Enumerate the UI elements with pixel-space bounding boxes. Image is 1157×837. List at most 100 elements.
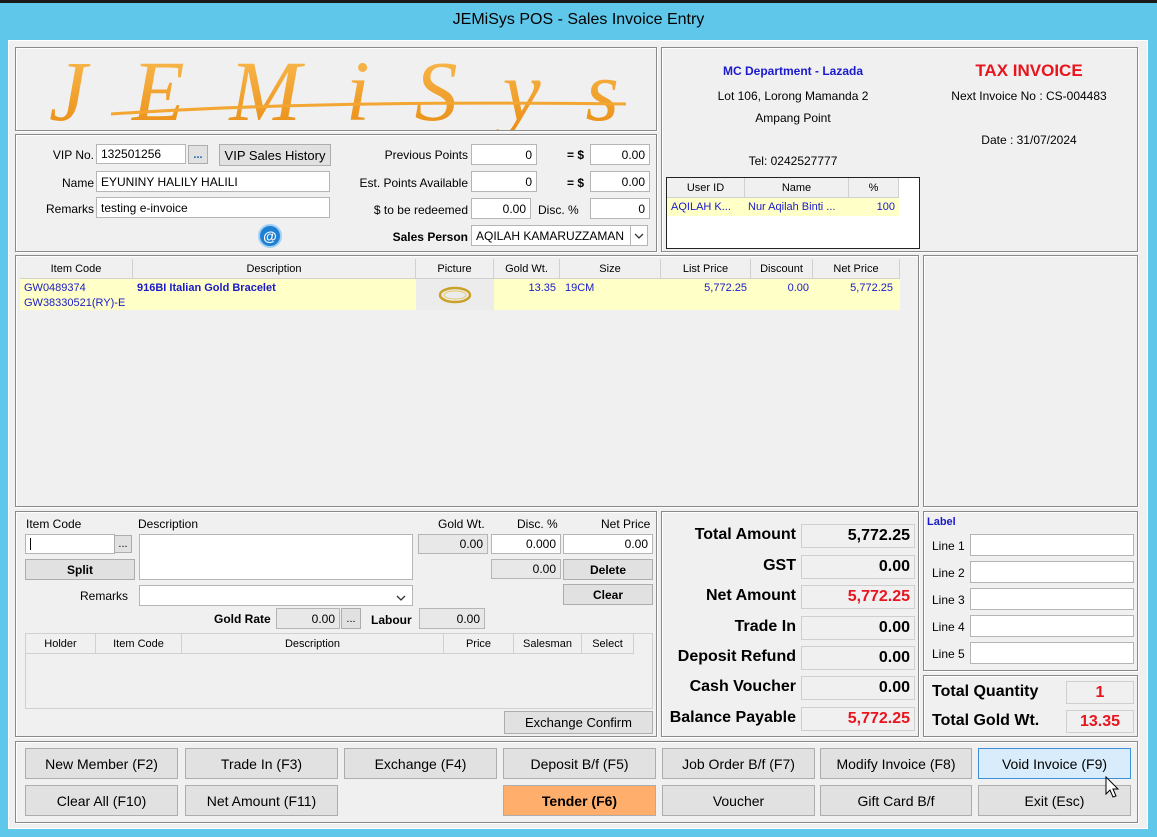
line-1-input[interactable] [970, 534, 1134, 556]
item-preview-panel [923, 255, 1138, 507]
equals-dollar-2: = $ [567, 176, 585, 190]
delete-button[interactable]: Delete [563, 559, 653, 580]
clear-all-button[interactable]: Clear All (F10) [25, 785, 178, 816]
store-name: MC Department - Lazada [722, 64, 864, 78]
col-description[interactable]: Description [182, 634, 444, 654]
vip-sales-history-button[interactable]: VIP Sales History [219, 144, 331, 166]
table-row[interactable]: AQILAH K... Nur Aqilah Binti ... 100 [667, 198, 899, 216]
sales-person-label: Sales Person [392, 230, 468, 244]
chevron-down-icon[interactable] [396, 590, 406, 604]
cash-voucher-label: Cash Voucher [689, 678, 796, 695]
store-info-panel: MC Department - Lazada Lot 106, Lorong M… [661, 47, 1138, 252]
jemisys-logo: JEMiSys [49, 43, 627, 139]
item-discount-cell: 0.00 [787, 282, 809, 294]
total-amount-value: 5,772.25 [801, 524, 915, 548]
tender-button[interactable]: Tender (F6) [503, 785, 656, 816]
chevron-down-icon[interactable] [630, 225, 648, 246]
entry-gold-field[interactable]: 0.00 [418, 534, 488, 554]
window-top-edge [0, 0, 1157, 3]
gold-rate-lookup-button[interactable]: ... [341, 608, 361, 629]
vip-number-field[interactable]: 132501256 [96, 144, 186, 164]
trade-in-button[interactable]: Trade In (F3) [185, 748, 338, 779]
col-item-code[interactable]: Item Code [20, 259, 133, 279]
item-lookup-button[interactable]: ... [114, 535, 132, 553]
entry-net-field[interactable]: 0.00 [563, 534, 653, 554]
new-member-button[interactable]: New Member (F2) [25, 748, 178, 779]
email-icon[interactable]: @ [258, 224, 282, 248]
entry-gold-label: Gold Wt. [438, 517, 485, 531]
split-button[interactable]: Split [25, 559, 135, 580]
user-name-cell: Nur Aqilah Binti ... [748, 201, 836, 213]
gift-card-bf-button[interactable]: Gift Card B/f [820, 785, 972, 816]
entry-item-code-input[interactable] [25, 534, 115, 554]
voucher-button[interactable]: Voucher [662, 785, 815, 816]
col-percent[interactable]: % [849, 178, 899, 198]
col-net-price[interactable]: Net Price [813, 259, 900, 279]
entry-net-label: Net Price [601, 517, 651, 531]
labour-field[interactable]: 0.00 [419, 608, 485, 629]
invoice-heading: TAX INVOICE [975, 61, 1083, 80]
net-amount-label: Net Amount [705, 587, 796, 604]
line-2-input[interactable] [970, 561, 1134, 583]
clear-button[interactable]: Clear [563, 584, 653, 605]
title-bar: JEMiSys POS - Sales Invoice Entry [0, 0, 1157, 40]
col-item-code[interactable]: Item Code [96, 634, 182, 654]
customer-panel: VIP No. 132501256 ... VIP Sales History … [15, 134, 657, 252]
total-quantity-label: Total Quantity [932, 683, 1039, 700]
est-points-field[interactable]: 0 [471, 171, 537, 192]
entry-description-input[interactable] [139, 534, 413, 580]
table-row[interactable]: GW0489374 GW38330521(RY)-E 916BI Italian… [20, 279, 900, 310]
net-amount-button[interactable]: Net Amount (F11) [185, 785, 338, 816]
col-name[interactable]: Name [745, 178, 849, 198]
job-order-bf-button[interactable]: Job Order B/f (F7) [662, 748, 815, 779]
store-address-1: Lot 106, Lorong Mamanda 2 [717, 89, 869, 103]
redeem-label: $ to be redeemed [373, 203, 468, 217]
item-size-cell: 19CM [565, 282, 595, 294]
invoice-date: Date : 31/07/2024 [981, 133, 1077, 147]
col-user-id[interactable]: User ID [667, 178, 745, 198]
col-holder[interactable]: Holder [26, 634, 96, 654]
exchange-table: Holder Item Code Description Price Sales… [25, 633, 653, 709]
col-discount[interactable]: Discount [751, 259, 813, 279]
previous-points-field[interactable]: 0 [471, 144, 537, 165]
total-amount-label: Total Amount [694, 526, 796, 543]
customer-remarks-field[interactable]: testing e-invoice [96, 197, 330, 218]
col-list-price[interactable]: List Price [661, 259, 751, 279]
col-select[interactable]: Select [582, 634, 634, 654]
col-description[interactable]: Description [133, 259, 416, 279]
entry-disc2-field[interactable]: 0.00 [491, 559, 561, 579]
exchange-button[interactable]: Exchange (F4) [344, 748, 497, 779]
col-gold-wt[interactable]: Gold Wt. [494, 259, 560, 279]
est-points-label: Est. Points Available [359, 176, 468, 190]
entry-disc-field[interactable]: 0.000 [491, 534, 561, 554]
sales-person-select[interactable]: AQILAH KAMARUZZAMAN [471, 225, 631, 246]
line-4-input[interactable] [970, 615, 1134, 637]
line-5-input[interactable] [970, 642, 1134, 664]
void-invoice-button[interactable]: Void Invoice (F9) [978, 748, 1131, 779]
balance-payable-value: 5,772.25 [801, 707, 915, 731]
previous-points-dollar-field[interactable]: 0.00 [590, 144, 650, 165]
vip-lookup-button[interactable]: ... [188, 145, 208, 164]
entry-remarks-select[interactable] [139, 585, 413, 606]
labels-title: Label [927, 516, 956, 528]
col-size[interactable]: Size [560, 259, 661, 279]
line-1-label: Line 1 [932, 539, 965, 553]
entry-remarks-label: Remarks [79, 589, 128, 603]
item-list-price-cell: 5,772.25 [704, 282, 747, 294]
customer-name-field[interactable]: EYUNINY HALILY HALILI [96, 171, 330, 192]
disc-percent-field[interactable]: 0 [590, 198, 650, 219]
redeem-field[interactable]: 0.00 [471, 198, 531, 219]
est-points-dollar-field[interactable]: 0.00 [590, 171, 650, 192]
line-3-input[interactable] [970, 588, 1134, 610]
gold-rate-field[interactable]: 0.00 [276, 608, 340, 629]
deposit-bf-button[interactable]: Deposit B/f (F5) [503, 748, 656, 779]
summary-panel: Total Quantity 1 Total Gold Wt. 13.35 [923, 675, 1138, 737]
col-salesman[interactable]: Salesman [514, 634, 582, 654]
line-3-label: Line 3 [932, 593, 965, 607]
col-price[interactable]: Price [444, 634, 514, 654]
gst-label: GST [763, 557, 796, 574]
modify-invoice-button[interactable]: Modify Invoice (F8) [820, 748, 972, 779]
exchange-confirm-button[interactable]: Exchange Confirm [504, 711, 653, 734]
line-5-label: Line 5 [932, 647, 965, 661]
col-picture[interactable]: Picture [416, 259, 494, 279]
